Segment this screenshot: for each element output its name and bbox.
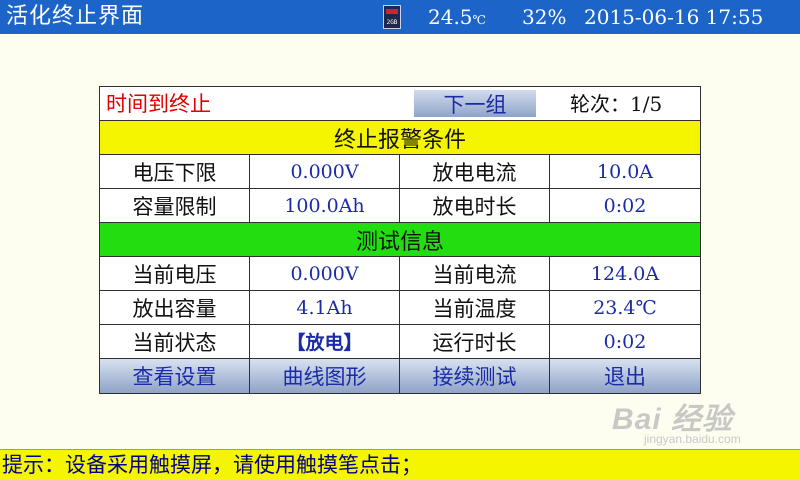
termination-status: 时间到终止 bbox=[106, 92, 211, 116]
current-current-label: 当前电流 bbox=[400, 257, 550, 290]
test-row: 当前电压 0.000V 当前电流 124.0A bbox=[100, 257, 700, 291]
status-row: 时间到终止 下一组 轮次：1/5 bbox=[100, 87, 700, 121]
capacity-limit-value: 100.0Ah bbox=[250, 189, 400, 222]
curve-graph-button[interactable]: 曲线图形 bbox=[250, 359, 400, 393]
alarm-section-title: 终止报警条件 bbox=[333, 127, 466, 153]
discharge-duration-value: 0:02 bbox=[603, 194, 647, 217]
sd-card-capacity: 2GB bbox=[386, 19, 398, 26]
discharge-duration-label: 放电时长 bbox=[400, 189, 550, 222]
alarm-row: 容量限制 100.0Ah 放电时长 0:02 bbox=[100, 189, 700, 223]
discharged-capacity-label: 放出容量 bbox=[100, 291, 250, 324]
round-indicator: 轮次：1/5 bbox=[570, 92, 663, 116]
voltage-lower-limit-value: 0.000V bbox=[250, 155, 400, 188]
run-duration-value: 0:02 bbox=[603, 330, 647, 353]
current-state-label: 当前状态 bbox=[100, 325, 250, 358]
watermark: Bai 经验 jingyan.baidu.com bbox=[606, 392, 796, 448]
page-title: 活化终止界面 bbox=[6, 4, 145, 29]
current-temperature-value: 23.4℃ bbox=[593, 296, 657, 319]
temperature-unit: ℃ bbox=[472, 13, 486, 27]
humidity-readout: 32% bbox=[522, 5, 567, 29]
current-state-value: 【放电】 bbox=[250, 325, 400, 358]
voltage-lower-limit-label: 电压下限 bbox=[100, 155, 250, 188]
datetime-readout: 2015-06-16 17:55 bbox=[584, 5, 764, 29]
action-button-row: 查看设置 曲线图形 接续测试 退出 bbox=[100, 359, 700, 393]
test-section-title: 测试信息 bbox=[355, 229, 444, 255]
current-voltage-label: 当前电压 bbox=[100, 257, 250, 290]
next-group-button[interactable]: 下一组 bbox=[414, 90, 536, 117]
current-temperature-label: 当前温度 bbox=[400, 291, 550, 324]
current-current-value: 124.0A bbox=[590, 262, 660, 285]
run-duration-label: 运行时长 bbox=[400, 325, 550, 358]
capacity-limit-label: 容量限制 bbox=[100, 189, 250, 222]
alarm-section-header: 终止报警条件 bbox=[100, 121, 700, 155]
exit-button[interactable]: 退出 bbox=[550, 359, 700, 393]
sd-card-icon: 2GB bbox=[383, 5, 401, 29]
watermark-url: jingyan.baidu.com bbox=[644, 432, 741, 446]
title-bar: 活化终止界面 2GB 24.5℃ 32% 2015-06-16 17:55 bbox=[0, 0, 800, 34]
discharged-capacity-value: 4.1Ah bbox=[250, 291, 400, 324]
temperature-readout: 24.5℃ bbox=[428, 4, 486, 33]
current-voltage-value: 0.000V bbox=[250, 257, 400, 290]
test-row: 放出容量 4.1Ah 当前温度 23.4℃ bbox=[100, 291, 700, 325]
alarm-row: 电压下限 0.000V 放电电流 10.0A bbox=[100, 155, 700, 189]
discharge-current-value: 10.0A bbox=[596, 160, 654, 183]
discharge-current-label: 放电电流 bbox=[400, 155, 550, 188]
test-row: 当前状态 【放电】 运行时长 0:02 bbox=[100, 325, 700, 359]
test-section-header: 测试信息 bbox=[100, 223, 700, 257]
continue-test-button[interactable]: 接续测试 bbox=[400, 359, 550, 393]
hint-bar: 提示：设备采用触摸屏，请使用触摸笔点击； bbox=[0, 449, 800, 480]
view-settings-button[interactable]: 查看设置 bbox=[100, 359, 250, 393]
termination-panel: 时间到终止 下一组 轮次：1/5 终止报警条件 电压下限 0.000V 放电电流… bbox=[99, 86, 701, 394]
temperature-value: 24.5 bbox=[428, 5, 473, 29]
